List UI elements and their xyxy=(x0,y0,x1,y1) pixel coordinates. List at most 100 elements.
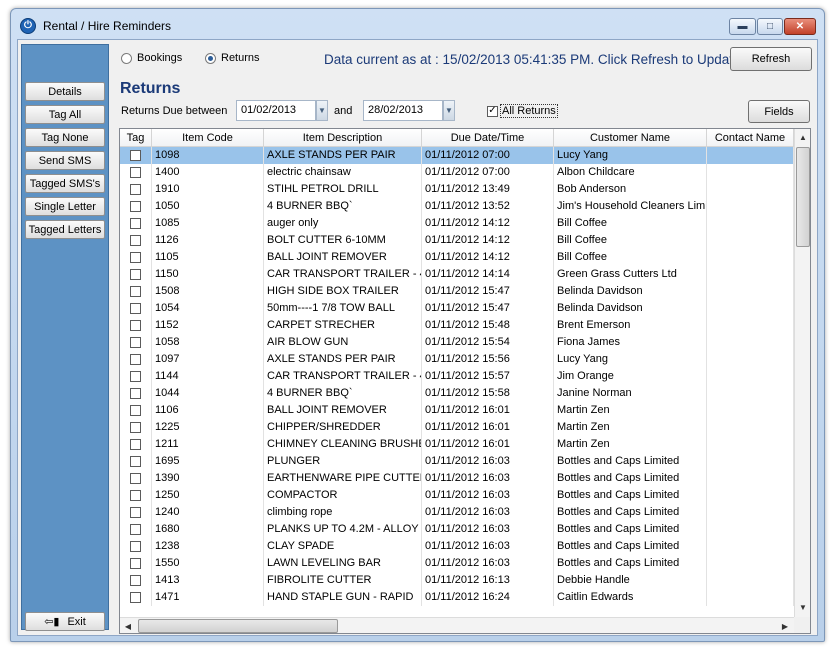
tagged-sms-button[interactable]: Tagged SMS's xyxy=(25,174,105,193)
col-header-tag[interactable]: Tag xyxy=(120,129,152,147)
row-tag-checkbox[interactable] xyxy=(130,405,141,416)
all-returns-checkbox[interactable]: ✓ All Returns xyxy=(487,104,558,118)
title-bar[interactable]: ⏻ Rental / Hire Reminders ▬ □ ✕ xyxy=(11,9,824,39)
tag-all-button[interactable]: Tag All xyxy=(25,105,105,124)
table-row[interactable]: 1680 PLANKS UP TO 4.2M - ALLOY 01/11/2012 … xyxy=(120,521,794,538)
table-row[interactable]: 1550 LAWN LEVELING BAR 01/11/2012 16:03 Bot… xyxy=(120,555,794,572)
table-row[interactable]: 1054 50mm----1 7/8 TOW BALL 01/11/2012 15:… xyxy=(120,300,794,317)
single-letter-button[interactable]: Single Letter xyxy=(25,197,105,216)
row-tag-checkbox[interactable] xyxy=(130,235,141,246)
row-tag-checkbox[interactable] xyxy=(130,218,141,229)
table-row[interactable]: 1508 HIGH SIDE BOX TRAILER 01/11/2012 15:4… xyxy=(120,283,794,300)
date-from-input[interactable]: 01/02/2013 xyxy=(236,100,316,121)
row-tag-checkbox[interactable] xyxy=(130,303,141,314)
table-row[interactable]: 1044 4 BURNER BBQ` 01/11/2012 15:58 Janine … xyxy=(120,385,794,402)
table-row[interactable]: 1050 4 BURNER BBQ` 01/11/2012 13:52 Jim's H… xyxy=(120,198,794,215)
row-tag-checkbox[interactable] xyxy=(130,524,141,535)
scroll-right-icon[interactable]: ▶ xyxy=(777,618,793,633)
row-tag-checkbox[interactable] xyxy=(130,252,141,263)
row-tag-checkbox[interactable] xyxy=(130,439,141,450)
tagged-letters-button[interactable]: Tagged Letters xyxy=(25,220,105,239)
row-tag-checkbox[interactable] xyxy=(130,456,141,467)
table-row[interactable]: 1152 CARPET STRECHER 01/11/2012 15:48 Brent… xyxy=(120,317,794,334)
close-button[interactable]: ✕ xyxy=(784,18,816,35)
table-row[interactable]: 1413 FIBROLITE CUTTER 01/11/2012 16:13 Debb… xyxy=(120,572,794,589)
table-row[interactable]: 1695 PLUNGER 01/11/2012 16:03 Bottles and C… xyxy=(120,453,794,470)
exit-button[interactable]: ⇦▮ Exit xyxy=(25,612,105,631)
table-row[interactable]: 1144 CAR TRANSPORT TRAILER - 4.3 01/11/201… xyxy=(120,368,794,385)
table-row[interactable]: 1058 AIR BLOW GUN 01/11/2012 15:54 Fiona Ja… xyxy=(120,334,794,351)
vertical-scroll-thumb[interactable] xyxy=(796,147,810,247)
tag-cell xyxy=(120,351,152,368)
table-row[interactable]: 1085 auger only 01/11/2012 14:12 Bill Coffe… xyxy=(120,215,794,232)
row-tag-checkbox[interactable] xyxy=(130,507,141,518)
table-row[interactable]: 1097 AXLE STANDS PER PAIR 01/11/2012 15:56… xyxy=(120,351,794,368)
col-header-due-date[interactable]: Due Date/Time xyxy=(422,129,554,147)
due-date-cell: 01/11/2012 15:47 xyxy=(422,283,554,300)
details-button[interactable]: Details xyxy=(25,82,105,101)
table-row[interactable]: 1390 EARTHENWARE PIPE CUTTER 01/11/2012 16… xyxy=(120,470,794,487)
customer-name-cell: Bottles and Caps Limited xyxy=(554,504,707,521)
table-row[interactable]: 1400 electric chainsaw 01/11/2012 07:00 Alb… xyxy=(120,164,794,181)
customer-name-cell: Belinda Davidson xyxy=(554,300,707,317)
scroll-left-icon[interactable]: ◀ xyxy=(120,618,136,633)
table-row[interactable]: 1238 CLAY SPADE 01/11/2012 16:03 Bottles an… xyxy=(120,538,794,555)
row-tag-checkbox[interactable] xyxy=(130,558,141,569)
date-to-input[interactable]: 28/02/2013 xyxy=(363,100,443,121)
scroll-up-icon[interactable]: ▲ xyxy=(795,129,810,146)
item-description-cell: LAWN LEVELING BAR xyxy=(264,555,422,572)
table-row[interactable]: 1471 HAND STAPLE GUN - RAPID 01/11/2012 16… xyxy=(120,589,794,606)
table-row[interactable]: 1250 COMPACTOR 01/11/2012 16:03 Bottles and… xyxy=(120,487,794,504)
table-row[interactable]: 1211 CHIMNEY CLEANING BRUSHES 01/11/2012 1… xyxy=(120,436,794,453)
row-tag-checkbox[interactable] xyxy=(130,490,141,501)
minimize-button[interactable]: ▬ xyxy=(729,18,756,35)
row-tag-checkbox[interactable] xyxy=(130,473,141,484)
col-header-item-description[interactable]: Item Description xyxy=(264,129,422,147)
row-tag-checkbox[interactable] xyxy=(130,150,141,161)
scroll-down-icon[interactable]: ▼ xyxy=(795,599,810,616)
send-sms-button[interactable]: Send SMS xyxy=(25,151,105,170)
row-tag-checkbox[interactable] xyxy=(130,167,141,178)
table-row[interactable]: 1105 BALL JOINT REMOVER 01/11/2012 14:12 Bi… xyxy=(120,249,794,266)
row-tag-checkbox[interactable] xyxy=(130,388,141,399)
row-tag-checkbox[interactable] xyxy=(130,201,141,212)
row-tag-checkbox[interactable] xyxy=(130,269,141,280)
row-tag-checkbox[interactable] xyxy=(130,371,141,382)
refresh-button[interactable]: Refresh xyxy=(730,47,812,71)
due-date-cell: 01/11/2012 16:03 xyxy=(422,453,554,470)
due-between-label: Returns Due between xyxy=(121,105,228,117)
date-to-dropdown-icon[interactable]: ▼ xyxy=(443,100,455,121)
maximize-button[interactable]: □ xyxy=(757,18,783,35)
row-tag-checkbox[interactable] xyxy=(130,337,141,348)
row-tag-checkbox[interactable] xyxy=(130,592,141,603)
row-tag-checkbox[interactable] xyxy=(130,286,141,297)
returns-radio[interactable]: Returns xyxy=(205,52,260,64)
table-row[interactable]: 1126 BOLT CUTTER 6-10MM 01/11/2012 14:12 Bi… xyxy=(120,232,794,249)
table-row[interactable]: 1225 CHIPPER/SHREDDER 01/11/2012 16:01 Mart… xyxy=(120,419,794,436)
row-tag-checkbox[interactable] xyxy=(130,320,141,331)
horizontal-scrollbar[interactable]: ◀ ▶ xyxy=(120,617,794,633)
date-from-dropdown-icon[interactable]: ▼ xyxy=(316,100,328,121)
table-row[interactable]: 1910 STIHL PETROL DRILL 01/11/2012 13:49 Bo… xyxy=(120,181,794,198)
col-header-contact-name[interactable]: Contact Name xyxy=(707,129,794,147)
col-header-customer-name[interactable]: Customer Name xyxy=(554,129,707,147)
bookings-radio[interactable]: Bookings xyxy=(121,52,182,64)
client-area: Details Tag All Tag None Send SMS Tagged… xyxy=(17,39,818,636)
row-tag-checkbox[interactable] xyxy=(130,354,141,365)
row-tag-checkbox[interactable] xyxy=(130,541,141,552)
horizontal-scroll-thumb[interactable] xyxy=(138,619,338,633)
col-header-item-code[interactable]: Item Code xyxy=(152,129,264,147)
row-tag-checkbox[interactable] xyxy=(130,422,141,433)
tag-none-button[interactable]: Tag None xyxy=(25,128,105,147)
item-code-cell: 1211 xyxy=(152,436,264,453)
row-tag-checkbox[interactable] xyxy=(130,575,141,586)
vertical-scrollbar[interactable]: ▲ ▼ xyxy=(794,129,810,617)
table-row[interactable]: 1098 AXLE STANDS PER PAIR 01/11/2012 07:00… xyxy=(120,147,794,164)
table-row[interactable]: 1240 climbing rope 01/11/2012 16:03 Bottles… xyxy=(120,504,794,521)
fields-button[interactable]: Fields xyxy=(748,100,810,123)
table-row[interactable]: 1106 BALL JOINT REMOVER 01/11/2012 16:01 Ma… xyxy=(120,402,794,419)
row-tag-checkbox[interactable] xyxy=(130,184,141,195)
table-row[interactable]: 1150 CAR TRANSPORT TRAILER - 4.3 01/11/201… xyxy=(120,266,794,283)
due-date-cell: 01/11/2012 14:12 xyxy=(422,232,554,249)
item-code-cell: 1550 xyxy=(152,555,264,572)
